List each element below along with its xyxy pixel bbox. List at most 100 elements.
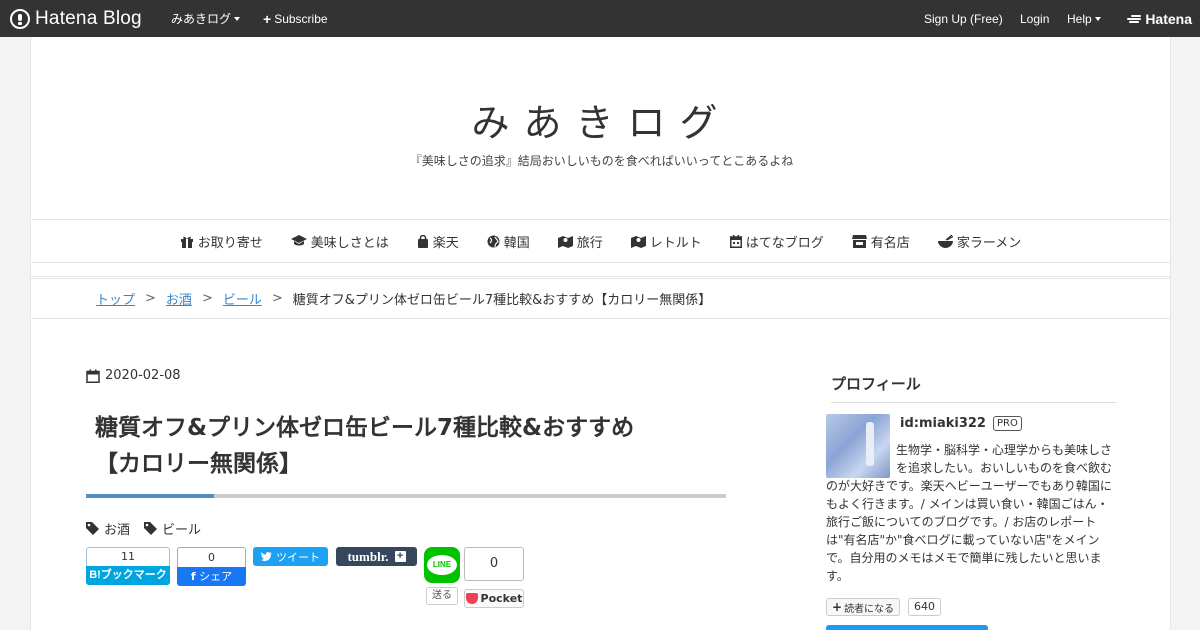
category-nav: お取り寄せ 美味しさとは 楽天 韓国 旅行 レトルト はてなブログ 有名店 家ラ… [31,219,1170,263]
blog-menu-dropdown[interactable]: みあきログ [171,0,241,37]
tumblr-label: tumblr. [347,548,389,564]
hatena-bookmark-count: 11 [86,547,170,566]
tweet-button[interactable]: ツイート [253,547,328,566]
shopping-bag-icon [417,234,428,248]
facebook-share-label: f シェア [177,567,246,586]
line-send-label: 送る [426,587,458,605]
pocket-button[interactable]: 0 Pocket [464,547,524,608]
calendar-icon [729,234,742,248]
blog-menu-label: みあきログ [171,12,232,26]
subscribe-label: Subscribe [274,11,328,26]
nav-item-travel[interactable]: 旅行 [557,232,603,251]
plus-icon: + [263,10,272,27]
profile-description: 生物学・脳科学・心理学からも美味しさを追求したい。おいしいものを食べ飲むのが大好… [826,441,1118,585]
nav-label: 韓国 [503,235,530,251]
tag-icon [86,522,99,535]
line-label: LINE [427,555,457,575]
entry-title[interactable]: 糖質オフ&プリン体ゼロ缶ビール7種比較&おすすめ 【カロリー無関係】 [95,410,715,482]
ramen-bowl-icon [937,234,953,248]
calendar-icon [86,369,100,383]
profile-id[interactable]: id:miaki322 PRO [900,416,1022,431]
chevron-down-icon [1094,16,1101,21]
hatena-logo-text: Hatena [1145,10,1192,27]
twitter-bird-icon [261,552,272,561]
nav-label: 旅行 [576,235,603,251]
blog-description: 『美味しさの追求』結局おいしいものを食べればいいってとこあるよね [409,154,794,168]
category-beer[interactable]: ビール [144,519,201,538]
map-icon [630,235,646,248]
hatena-bookmark-label: B!ブックマーク [86,566,170,585]
category-label: お酒 [104,523,131,538]
line-icon: LINE [424,547,460,583]
breadcrumb-current: 糖質オフ&プリン体ゼロ缶ビール7種比較&おすすめ【カロリー無関係】 [292,293,712,308]
entry-title-line1: 糖質オフ&プリン体ゼロ缶ビール7種比較&おすすめ [95,415,635,441]
hatena-blog-logo-icon [10,8,30,29]
nav-label: レトルト [649,235,702,251]
help-dropdown[interactable]: Help [1067,0,1101,37]
profile-heading: プロフィール [831,373,1116,403]
pocket-label: Pocket [480,592,523,605]
title-underline [86,494,726,498]
pocket-count: 0 [464,547,524,581]
chevron-down-icon [234,16,241,21]
avatar-spacer [826,441,896,477]
pocket-icon [465,593,478,604]
gift-icon [180,236,193,248]
nav-item-famous-shop[interactable]: 有名店 [851,232,910,251]
nav-item-hatenablog[interactable]: はてなブログ [729,232,824,251]
facebook-icon: f [190,570,196,583]
divider [31,276,1170,277]
logo-text: Hatena Blog [35,7,142,29]
facebook-share-button[interactable]: 0 f シェア [177,547,246,586]
tumblr-share-button[interactable]: tumblr. + [336,547,417,566]
nav-item-oishisa[interactable]: 美味しさとは [290,232,389,251]
subscribe-reader-button[interactable]: + 読者になる [826,598,901,616]
nav-item-home-ramen[interactable]: 家ラーメン [937,232,1022,251]
hatena-blog-logo[interactable]: Hatena Blog [10,0,142,37]
nav-item-otoriyose[interactable]: お取り寄せ [180,232,263,251]
global-header: Hatena Blog みあきログ + Subscribe Sign Up (F… [0,0,1200,37]
tweet-label: ツイート [276,550,320,564]
entry-categories: お酒 ビール [86,519,215,538]
hatena-bookmark-button[interactable]: 11 B!ブックマーク [86,547,170,585]
breadcrumb-link-osake[interactable]: お酒 [166,289,192,308]
pocket-save-button: Pocket [464,589,524,608]
blog-title[interactable]: みあきログ [31,92,1172,147]
graduation-cap-icon [290,235,307,246]
nav-label: はてなブログ [745,235,824,251]
profile-id-text: id:miaki322 [900,416,986,431]
pro-badge: PRO [992,416,1022,431]
globe-icon [487,235,500,247]
breadcrumb-link-top[interactable]: トップ [96,289,135,308]
signup-link[interactable]: Sign Up (Free) [924,0,1003,37]
line-share-button[interactable]: LINE 送る [424,547,460,605]
map-icon [557,235,573,248]
category-label: ビール [162,523,202,538]
breadcrumb-separator: > [145,291,156,306]
nav-item-korea[interactable]: 韓国 [487,232,530,251]
hatena-logo[interactable]: Hatena [1127,0,1192,37]
nav-item-rakuten[interactable]: 楽天 [417,232,459,251]
nav-label: 楽天 [432,235,459,251]
breadcrumb-separator: > [201,291,213,306]
breadcrumb: トップ > お酒 > ビール > 糖質オフ&プリン体ゼロ缶ビール7種比較&おすす… [31,278,1170,319]
plus-icon: + [394,551,406,562]
nav-item-retort[interactable]: レトルト [630,232,702,251]
breadcrumb-link-beer[interactable]: ビール [223,289,262,308]
blog-container: みあきログ 『美味しさの追求』結局おいしいものを食べればいいってとこあるよね お… [30,37,1171,630]
store-icon [851,234,867,248]
nav-label: 美味しさとは [310,235,389,251]
nav-label: 家ラーメン [956,235,1022,251]
entry-date-text: 2020-02-08 [105,368,181,383]
subscribe-button[interactable]: + Subscribe [263,0,328,37]
title-underline-accent [86,494,214,498]
login-link[interactable]: Login [1020,0,1049,37]
twitter-follow-button[interactable] [826,625,988,630]
help-label: Help [1067,11,1092,26]
entry-title-line2: 【カロリー無関係】 [95,451,302,477]
breadcrumb-separator: > [271,291,283,306]
plus-icon: + [832,600,843,614]
facebook-share-text: シェア [199,570,233,583]
entry-date[interactable]: 2020-02-08 [86,368,181,383]
category-osake[interactable]: お酒 [86,519,130,538]
